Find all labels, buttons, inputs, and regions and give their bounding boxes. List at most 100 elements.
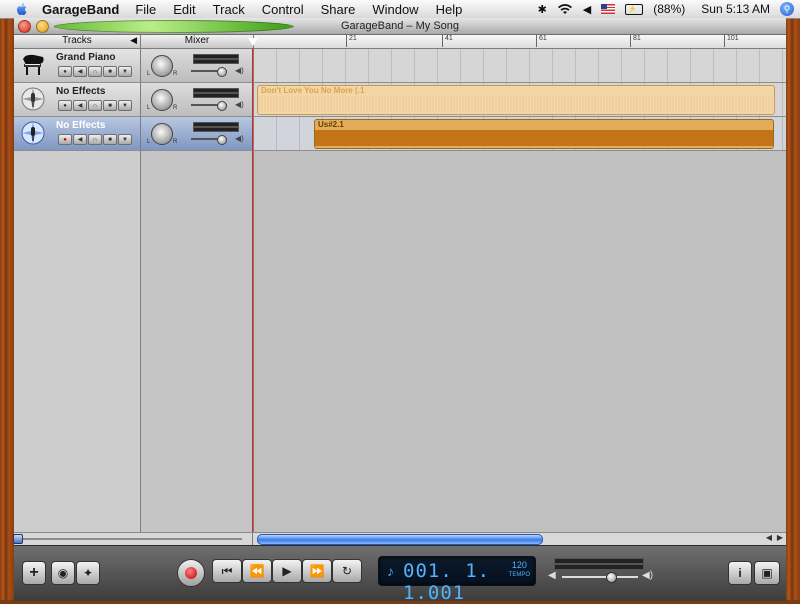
record-enable-button[interactable]: ● [58, 66, 72, 77]
ruler-tick: 81 [630, 35, 641, 47]
track-name[interactable]: No Effects [56, 120, 105, 131]
waveform [315, 130, 773, 146]
ruler-tick: 101 [724, 35, 739, 47]
close-window-button[interactable] [18, 20, 31, 33]
pan-knob[interactable] [151, 55, 173, 77]
flag-icon[interactable] [601, 4, 616, 14]
track-name[interactable]: No Effects [56, 86, 105, 97]
playhead-handle[interactable] [248, 38, 258, 46]
track-row-grand-piano[interactable]: Grand Piano ● ◀ ∩ ■ ▼ L R ◀) [14, 49, 786, 83]
app-menu[interactable]: GarageBand [42, 2, 119, 17]
battery-icon[interactable]: ⚡ [625, 3, 644, 15]
track-name[interactable]: Grand Piano [56, 52, 115, 63]
master-volume-thumb[interactable] [606, 572, 617, 583]
master-volume-slider[interactable] [562, 576, 638, 578]
lock-button[interactable]: ■ [103, 100, 117, 111]
wifi-icon[interactable] [557, 3, 573, 15]
spotlight-search-icon[interactable]: ⚲ [780, 2, 794, 16]
automation-menu-button[interactable]: ▼ [118, 66, 132, 77]
menubar-clock[interactable]: Sun 5:13 AM [701, 2, 770, 16]
fast-forward-button[interactable]: ⏩ [302, 559, 332, 583]
menu-share[interactable]: Share [321, 2, 356, 17]
tempo-display[interactable]: 120 TEMPO [509, 560, 530, 580]
automation-menu-button[interactable]: ▼ [118, 134, 132, 145]
menu-window[interactable]: Window [372, 2, 418, 17]
track-mixer: L R ◀) [141, 49, 254, 82]
scroll-left-arrow-icon[interactable]: ◀ [766, 533, 772, 542]
solo-button[interactable]: ∩ [88, 134, 102, 145]
zoom-window-button[interactable] [54, 20, 294, 33]
track-row-no-effects-1[interactable]: No Effects ● ◀ ∩ ■ ▼ L R ◀) Don't Love Y… [14, 83, 786, 117]
mute-button[interactable]: ◀ [73, 100, 87, 111]
horizontal-scrollbar[interactable]: ◀ ▶ [253, 533, 786, 545]
playhead[interactable] [252, 48, 253, 544]
volume-slider-thumb[interactable] [217, 67, 227, 77]
automation-menu-button[interactable]: ▼ [118, 100, 132, 111]
volume-icon[interactable]: ◀ [583, 3, 591, 16]
track-row-no-effects-2[interactable]: No Effects ● ◀ ∩ ■ ▼ L R ◀) Us#2.1 [14, 117, 786, 151]
horizontal-scroll-thumb[interactable] [257, 534, 543, 545]
apple-menu-icon[interactable] [14, 1, 30, 17]
zoom-slider-thumb[interactable] [13, 534, 23, 544]
pan-knob[interactable] [151, 123, 173, 145]
minimize-window-button[interactable] [36, 20, 49, 33]
play-button[interactable]: ▶ [272, 559, 302, 583]
pan-left-icon: L [147, 71, 151, 77]
timeline-ruler[interactable]: 21 41 61 81 101 [254, 35, 786, 48]
collapse-mixer-arrow-icon[interactable]: ◀ [130, 35, 137, 46]
zoom-slider[interactable] [13, 533, 253, 545]
master-volume-low-icon: ◀ [548, 570, 556, 581]
plus-icon: + [29, 564, 39, 581]
record-enable-button[interactable]: ● [58, 134, 72, 145]
record-enable-button[interactable]: ● [58, 100, 72, 111]
track-header[interactable]: No Effects ● ◀ ∩ ■ ▼ [14, 117, 141, 150]
menu-edit[interactable]: Edit [173, 2, 195, 17]
menu-file[interactable]: File [135, 2, 156, 17]
track-lane[interactable]: Us#2.1 [254, 117, 786, 150]
cycle-button[interactable]: ↻ [332, 559, 362, 583]
timeline-empty-area[interactable] [254, 151, 786, 543]
window-titlebar: GarageBand – My Song [14, 18, 786, 35]
solo-button[interactable]: ∩ [88, 66, 102, 77]
volume-speaker-icon: ◀) [235, 66, 244, 75]
bluetooth-icon[interactable]: ✱ [538, 3, 547, 16]
loop-browser-icon: ✦ [82, 566, 94, 580]
volume-slider-thumb[interactable] [217, 135, 227, 145]
note-icon[interactable]: ♪ [387, 563, 394, 579]
record-button[interactable] [177, 559, 205, 587]
wood-panel-right [786, 18, 800, 600]
scroll-right-arrow-icon[interactable]: ▶ [777, 533, 783, 542]
mute-button[interactable]: ◀ [73, 134, 87, 145]
media-browser-button[interactable]: ▣ [754, 561, 780, 585]
cycle-icon: ↻ [341, 564, 353, 578]
window-title: GarageBand – My Song [340, 20, 460, 32]
track-header[interactable]: No Effects ● ◀ ∩ ■ ▼ [14, 83, 141, 116]
menu-track[interactable]: Track [213, 2, 245, 17]
go-to-beginning-button[interactable]: ⏮ [212, 559, 242, 583]
pan-knob[interactable] [151, 89, 173, 111]
ruler-tick: 41 [442, 35, 453, 47]
rewind-button[interactable]: ⏪ [242, 559, 272, 583]
track-editor-button[interactable]: ◉ [51, 561, 75, 585]
mute-button[interactable]: ◀ [73, 66, 87, 77]
lock-button[interactable]: ■ [103, 134, 117, 145]
menu-help[interactable]: Help [436, 2, 463, 17]
track-list: Grand Piano ● ◀ ∩ ■ ▼ L R ◀) No Effects … [14, 49, 786, 151]
track-lane[interactable]: Don't Love You No More (.1 [254, 83, 786, 116]
empty-track-area[interactable] [14, 151, 786, 543]
menu-control[interactable]: Control [262, 2, 304, 17]
pan-left-icon: L [147, 105, 151, 111]
volume-slider-thumb[interactable] [217, 101, 227, 111]
add-track-button[interactable]: + [22, 561, 46, 585]
time-display[interactable]: ♪ 001. 1. 1.001 120 TEMPO [378, 556, 536, 604]
lock-button[interactable]: ■ [103, 66, 117, 77]
region-name: Don't Love You No More (.1 [261, 86, 365, 95]
audio-region[interactable]: Us#2.1 [314, 119, 774, 149]
track-info-button[interactable]: i [728, 561, 752, 585]
track-lane[interactable] [254, 49, 786, 82]
track-header[interactable]: Grand Piano ● ◀ ∩ ■ ▼ [14, 49, 141, 82]
solo-button[interactable]: ∩ [88, 100, 102, 111]
audio-region[interactable]: Don't Love You No More (.1 [257, 85, 775, 115]
loop-browser-button[interactable]: ✦ [76, 561, 100, 585]
media-browser-icon: ▣ [761, 566, 773, 580]
